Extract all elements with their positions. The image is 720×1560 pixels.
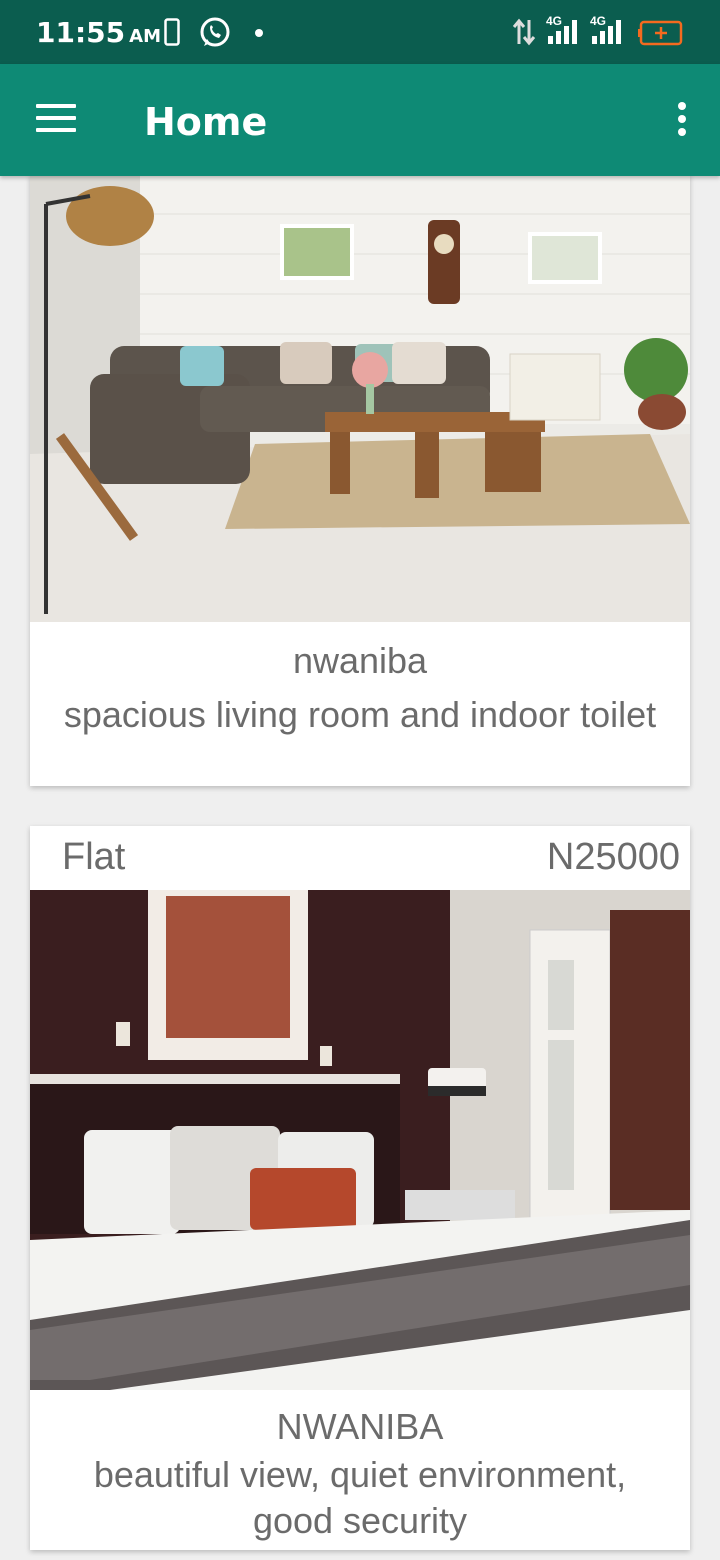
notification-dot-icon [255,29,263,37]
listing-location: nwaniba [292,640,428,681]
more-vert-icon[interactable] [674,102,690,138]
listing-card[interactable]: nwaniba spacious living room and indoor … [30,176,690,786]
whatsapp-icon [200,17,230,47]
app-bar: Home [0,64,720,176]
hamburger-menu-icon[interactable] [36,104,76,136]
signal-4g-2-icon: 4G [590,14,630,46]
listing-card[interactable]: Flat N25000 NWANIBA beautiful view, quie… [30,826,690,1550]
bedroom-photo [30,890,690,1390]
data-transfer-icon [512,18,536,46]
listings-feed[interactable]: nwaniba spacious living room and indoor … [0,176,720,1560]
listing-description: spacious living room and indoor toilet [63,694,657,735]
page-title: Home [144,100,268,144]
listing-location: NWANIBA [276,1406,444,1447]
living-room-photo [30,176,690,622]
signal-4g-1-icon: 4G [546,14,586,46]
status-time: 11:55 AM [36,16,161,49]
battery-charging-icon [638,20,683,46]
listing-type: Flat [62,836,126,878]
status-bar: 11:55 AM 4G 4G [0,0,720,64]
listing-description: beautiful view, quiet environment, good … [93,1454,627,1541]
phone-icon [164,18,180,46]
listing-price: N25000 [546,836,680,878]
